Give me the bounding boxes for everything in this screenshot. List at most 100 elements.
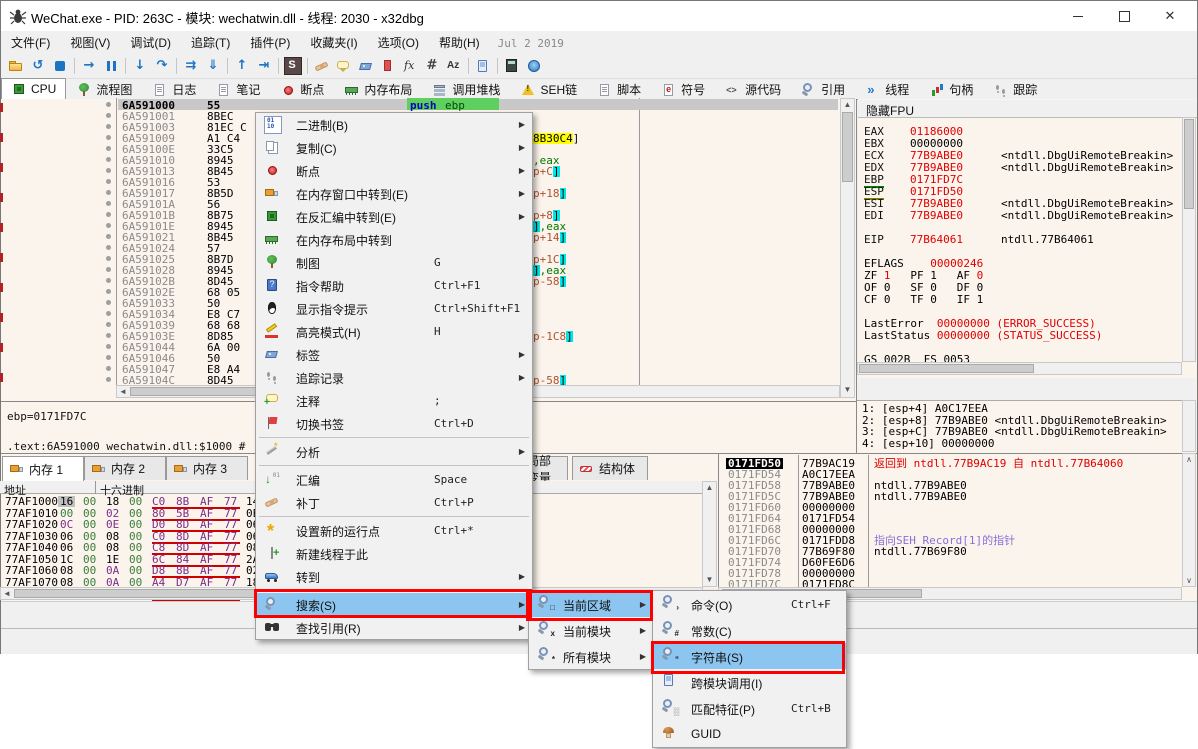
az-button[interactable] <box>443 55 465 77</box>
menuitem-命令(O)[interactable]: ›命令(O)Ctrl+F <box>653 591 846 617</box>
register-value[interactable]: 77B9ABE0 <box>910 210 963 222</box>
menuitem-匹配特征(P)[interactable]: ░匹配特征(P)Ctrl+B <box>653 695 846 721</box>
run-button[interactable] <box>78 55 100 77</box>
memory-vscrollbar[interactable] <box>702 481 717 587</box>
menuitem-所有模块[interactable]: *所有模块▶ <box>529 643 653 669</box>
disasm-vscroll-thumb[interactable] <box>842 112 853 182</box>
breakpoint-dot-icon[interactable] <box>106 245 111 250</box>
scroll-up-icon[interactable]: ▲ <box>703 482 716 494</box>
menuitem-指令帮助[interactable]: 指令帮助Ctrl+F1 <box>256 274 532 297</box>
memory-byte[interactable]: 00 <box>83 542 96 553</box>
stack-pane[interactable] <box>718 453 1197 601</box>
breakpoint-dot-icon[interactable] <box>106 179 111 184</box>
memory-byte[interactable]: 00 <box>83 565 96 576</box>
script-s-button[interactable] <box>282 55 304 77</box>
memory-byte[interactable]: 00 <box>83 496 96 507</box>
menu-调试(D)[interactable]: 调试(D) <box>120 31 181 53</box>
memory-byte[interactable]: 08 <box>60 565 73 576</box>
breakpoint-dot-icon[interactable] <box>106 322 111 327</box>
memory-byte[interactable]: 08 <box>106 542 119 553</box>
minimize-button[interactable] <box>1055 1 1101 30</box>
breakpoint-dot-icon[interactable] <box>106 146 111 151</box>
menu-文件(F)[interactable]: 文件(F) <box>1 31 60 53</box>
modules-phone-button[interactable] <box>472 55 494 77</box>
menu-追踪(T)[interactable]: 追踪(T) <box>181 31 240 53</box>
tab-CPU[interactable]: CPU <box>1 78 66 100</box>
tab-跟踪[interactable]: 跟踪 <box>983 79 1047 99</box>
menuitem-在内存窗口中转到(E)[interactable]: 在内存窗口中转到(E)▶ <box>256 182 532 205</box>
register-flags-line[interactable]: LastStatus 00000000 (STATUS_SUCCESS) <box>864 330 1102 342</box>
close-button[interactable]: ✕ <box>1147 1 1193 30</box>
run-to-user-button[interactable] <box>180 55 202 77</box>
breakpoint-dot-icon[interactable] <box>106 212 111 217</box>
menu-插件(P)[interactable]: 插件(P) <box>240 31 300 53</box>
args-vscrollbar[interactable] <box>1182 400 1196 452</box>
breakpoint-dot-icon[interactable] <box>106 333 111 338</box>
memory-byte[interactable]: 00 <box>129 542 142 553</box>
breakpoint-dot-icon[interactable] <box>106 157 111 162</box>
menuitem-转到[interactable]: 转到▶ <box>256 565 532 588</box>
maximize-button[interactable] <box>1101 1 1147 30</box>
menuitem-分析[interactable]: 分析▶ <box>256 440 532 463</box>
menu-视图(V)[interactable]: 视图(V) <box>60 31 120 53</box>
register-flags-line[interactable]: CF 0 TF 0 IF 1 <box>864 294 983 306</box>
breakpoint-dot-icon[interactable] <box>106 135 111 140</box>
breakpoint-dot-icon[interactable] <box>106 102 111 107</box>
memory-byte[interactable]: 0A <box>106 565 119 576</box>
breakpoint-dot-icon[interactable] <box>106 289 111 294</box>
breakpoint-dot-icon[interactable] <box>106 366 111 371</box>
memtab-结构体[interactable]: 结构体 <box>572 456 648 480</box>
tab-符号[interactable]: 符号 <box>651 79 715 99</box>
open-button[interactable] <box>5 55 27 77</box>
scroll-down-icon[interactable]: ∨ <box>1183 575 1195 587</box>
tab-日志[interactable]: 日志 <box>142 79 206 99</box>
breakpoint-dot-icon[interactable] <box>106 344 111 349</box>
menuitem-查找引用(R)[interactable]: 查找引用(R)▶ <box>256 616 532 639</box>
menuitem-常数(C)[interactable]: #常数(C) <box>653 617 846 643</box>
register-name[interactable]: EIP <box>864 234 884 246</box>
memory-byte[interactable]: 06 <box>60 542 73 553</box>
memory-address[interactable]: 77AF1020 <box>5 519 58 530</box>
menuitem-字符串(S)[interactable]: “字符串(S) <box>653 643 846 669</box>
tab-脚本[interactable]: 脚本 <box>587 79 651 99</box>
memory-byte[interactable]: 0C <box>60 519 73 530</box>
scroll-up-icon[interactable]: ∧ <box>1183 454 1195 466</box>
breakpoint-dot-icon[interactable] <box>106 201 111 206</box>
tab-引用[interactable]: 引用 <box>791 79 855 99</box>
restart-button[interactable] <box>27 55 49 77</box>
registers-vscroll-thumb[interactable] <box>1184 119 1194 209</box>
menuitem-切换书签[interactable]: 切换书签Ctrl+D <box>256 412 532 435</box>
step-over-button[interactable] <box>151 55 173 77</box>
execute-till-return-button[interactable] <box>231 55 253 77</box>
breakpoint-dot-icon[interactable] <box>106 355 111 360</box>
breakpoint-dot-icon[interactable] <box>106 223 111 228</box>
tab-笔记[interactable]: 笔记 <box>206 79 270 99</box>
breakpoint-dot-icon[interactable] <box>106 267 111 272</box>
menuitem-制图[interactable]: 制图G <box>256 251 532 274</box>
menuitem-二进制(B)[interactable]: 二进制(B)▶ <box>256 113 532 136</box>
memory-byte[interactable]: 18 <box>106 496 119 507</box>
globe-button[interactable] <box>523 55 545 77</box>
memory-byte[interactable]: 00 <box>129 519 142 530</box>
scroll-left-icon[interactable]: ◄ <box>117 386 129 397</box>
tab-SEH链[interactable]: SEH链 <box>510 79 587 99</box>
menuitem-高亮模式(H)[interactable]: 高亮模式(H)H <box>256 320 532 343</box>
register-value[interactable]: 77B64061 <box>910 234 963 246</box>
scroll-up-icon[interactable]: ▲ <box>841 99 854 111</box>
menuitem-在内存布局中转到[interactable]: 在内存布局中转到 <box>256 228 532 251</box>
breakpoint-dot-icon[interactable] <box>106 124 111 129</box>
memtab-内存 2[interactable]: 内存 2 <box>84 456 166 480</box>
breakpoint-dot-icon[interactable] <box>106 234 111 239</box>
step-into-button[interactable] <box>129 55 151 77</box>
menuitem-汇编[interactable]: 汇编Space <box>256 468 532 491</box>
memory-byte[interactable]: 00 <box>129 565 142 576</box>
menuitem-标签[interactable]: 标签▶ <box>256 343 532 366</box>
step-out-button[interactable] <box>202 55 224 77</box>
calculator-button[interactable] <box>501 55 523 77</box>
menuitem-在反汇编中转到(E)[interactable]: 在反汇编中转到(E)▶ <box>256 205 532 228</box>
memory-byte[interactable]: 00 <box>83 519 96 530</box>
menu-收藏夹(I)[interactable]: 收藏夹(I) <box>300 31 367 53</box>
memtab-内存 1[interactable]: 内存 1 <box>2 456 84 481</box>
tab-内存布局[interactable]: 内存布局 <box>334 79 422 99</box>
memory-address[interactable]: 77AF1000 <box>5 496 58 507</box>
